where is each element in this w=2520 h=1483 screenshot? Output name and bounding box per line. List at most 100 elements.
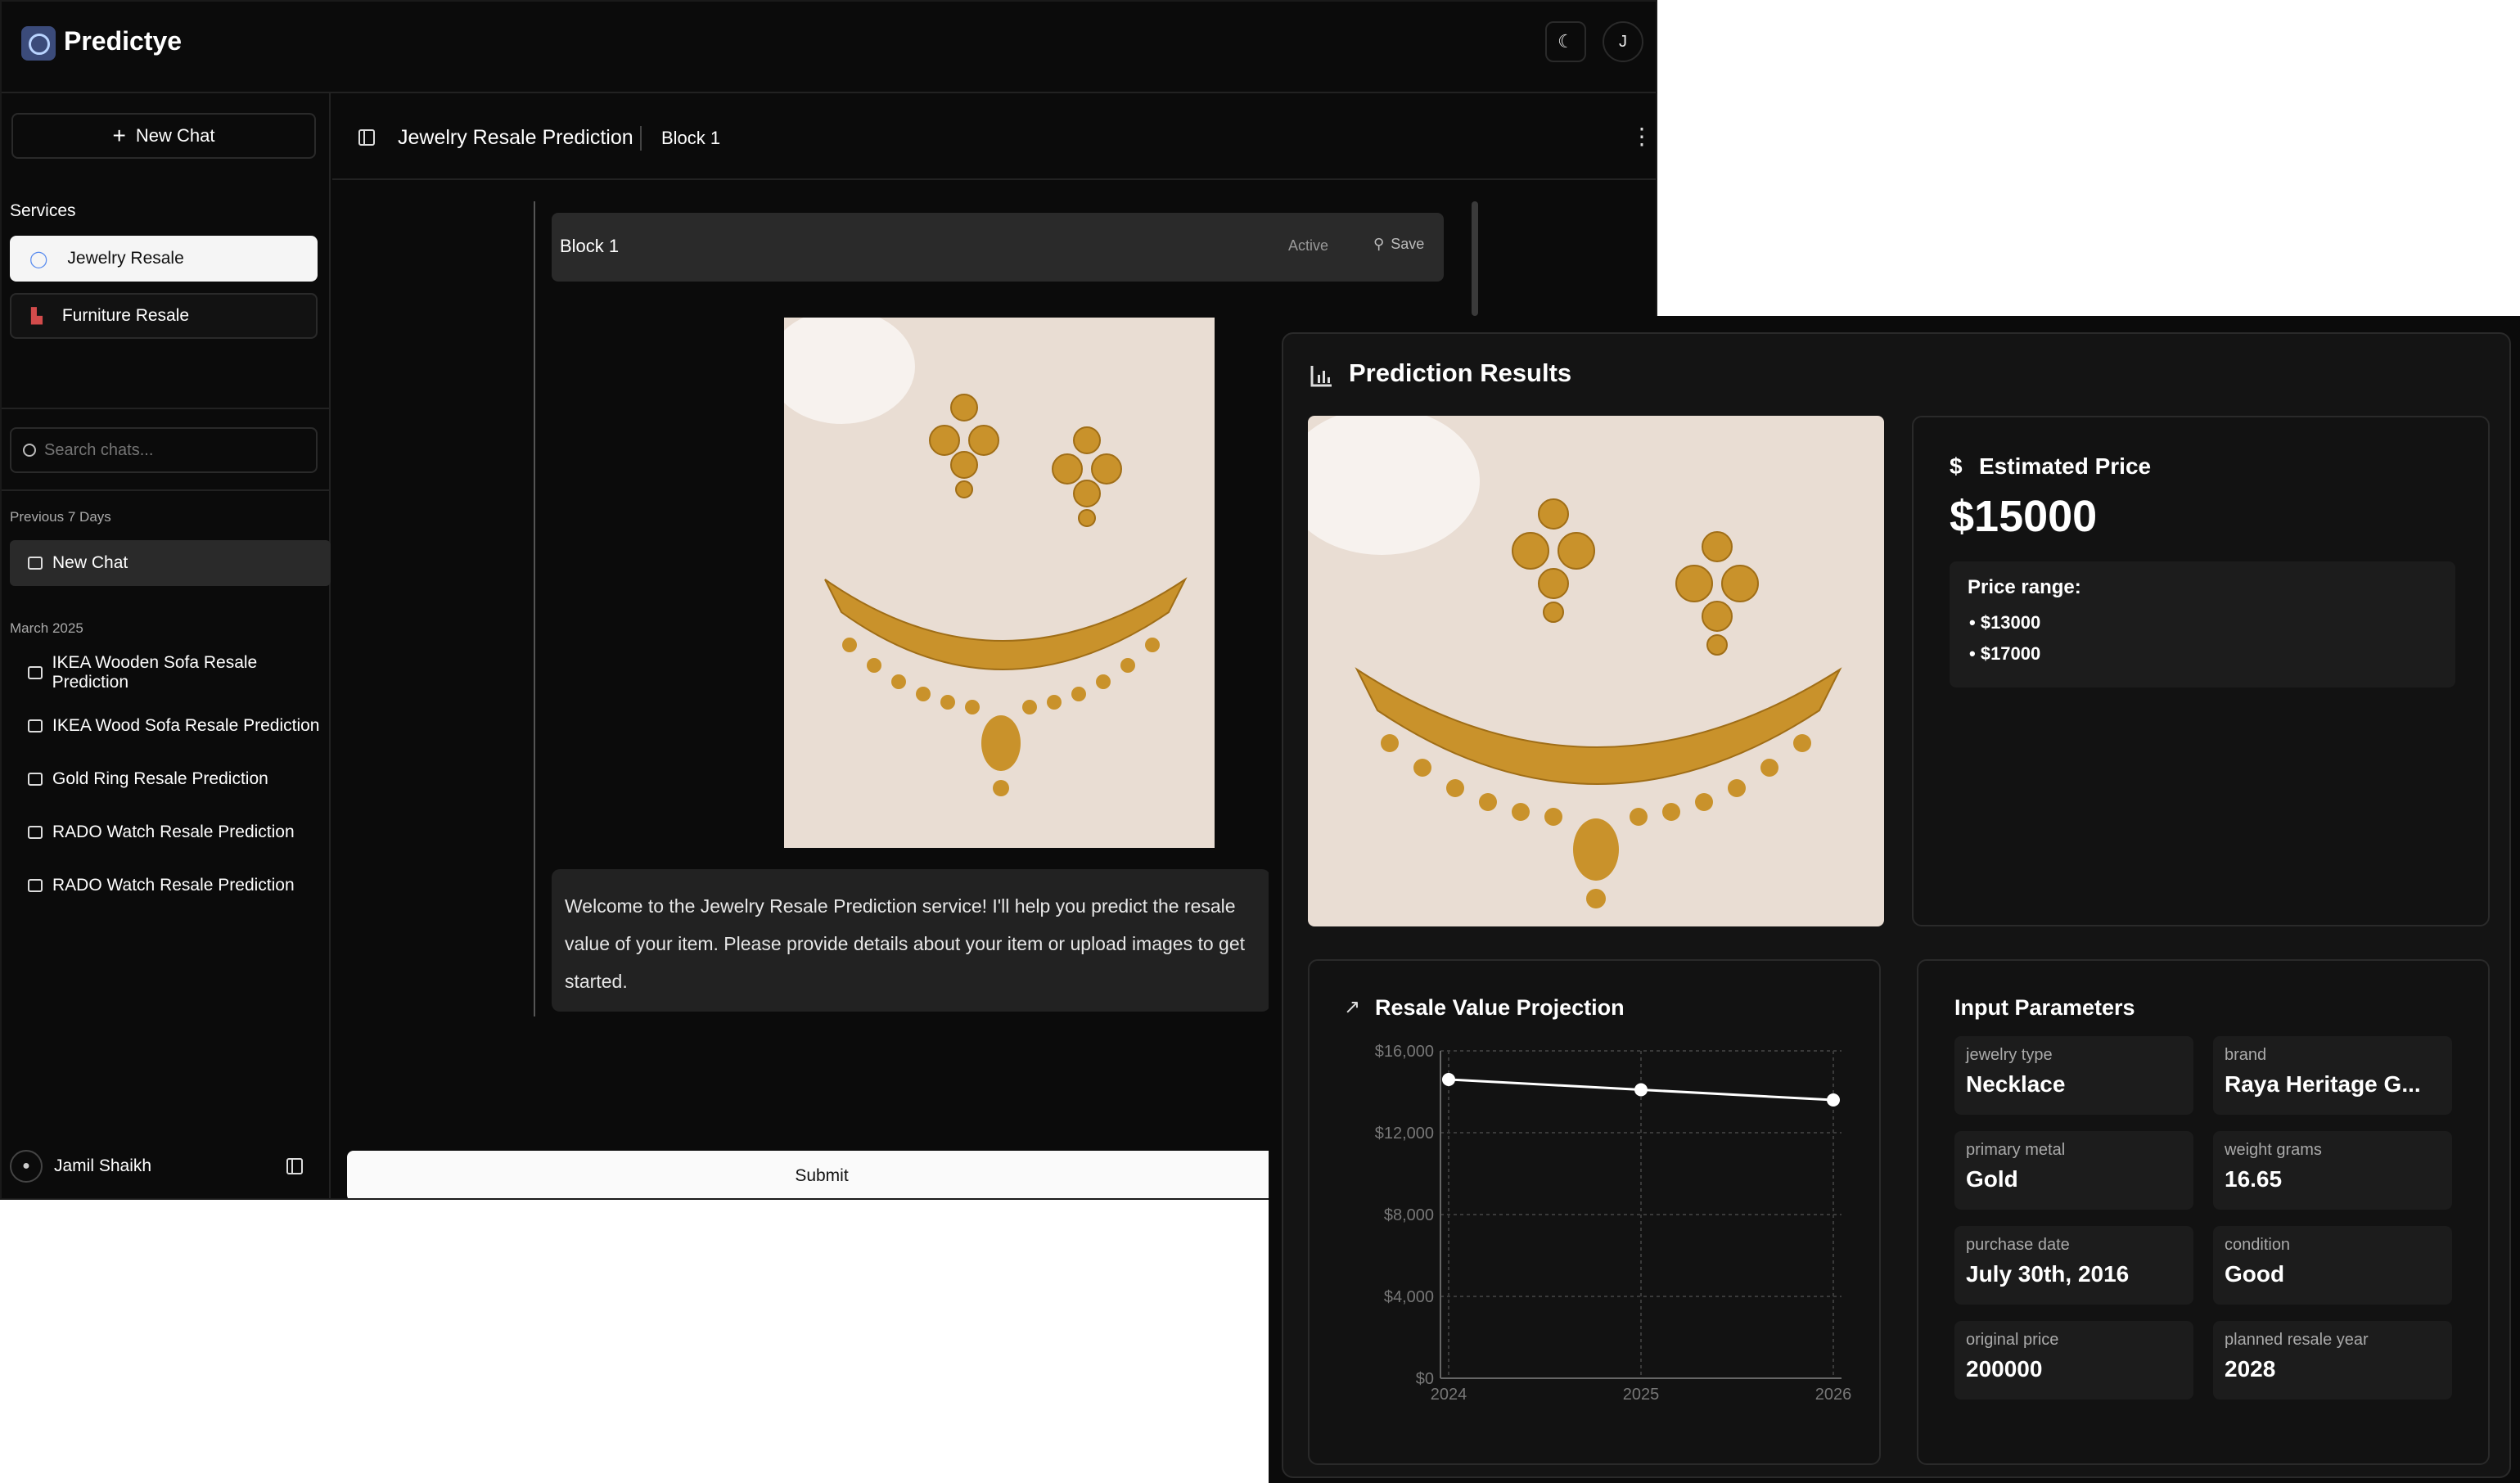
user-menu-button[interactable]: J (1603, 21, 1643, 62)
param-key: brand (2225, 1046, 2267, 1064)
param-key: primary metal (1966, 1141, 2066, 1159)
prediction-results-window: Prediction Results $ Estimated Price $15… (1269, 316, 2520, 1483)
sidebar-toggle-icon[interactable] (286, 1158, 303, 1174)
chat-label: Gold Ring Resale Prediction (52, 769, 268, 788)
price-range-high: • $17000 (1969, 643, 2041, 664)
search-input[interactable] (44, 440, 290, 460)
results-title: Prediction Results (1349, 358, 1572, 387)
param-key: purchase date (1966, 1236, 2070, 1254)
param-value: Necklace (1966, 1071, 2066, 1097)
param-key: weight grams (2225, 1141, 2322, 1159)
services-label: Services (10, 201, 76, 220)
save-label: Save (1391, 236, 1425, 252)
price-range-box: Price range: • $13000 • $17000 (1950, 561, 2455, 687)
plus-icon: + (112, 123, 126, 148)
estimated-price-card: $ Estimated Price $15000 Price range: • … (1912, 416, 2490, 926)
param-primary-metal: primary metal Gold (1954, 1131, 2193, 1210)
group-label: Previous 7 Days (10, 509, 111, 525)
input-parameters-title: Input Parameters (1954, 995, 2135, 1020)
estimated-price-value: $15000 (1950, 492, 2098, 541)
projection-chart: $0$4,000$8,000$12,000$16,0002024 2025 2026 (1375, 1043, 1852, 1404)
param-purchase-date: purchase date July 30th, 2016 (1954, 1226, 2193, 1305)
y-tick-label: $4,000 (1384, 1288, 1434, 1306)
x-tick-label: 2024 (1431, 1386, 1467, 1404)
message-icon (28, 557, 43, 570)
x-tick-label: 2025 (1623, 1386, 1660, 1404)
data-point (1634, 1083, 1648, 1097)
param-key: planned resale year (2225, 1331, 2369, 1349)
message-icon (28, 719, 43, 732)
bar-chart-icon (1310, 363, 1334, 388)
chat-label: New Chat (52, 553, 128, 572)
trending-up-icon: ↗ (1344, 996, 1361, 1018)
moon-icon: ☾ (1558, 31, 1574, 52)
resale-projection-card: ↗ Resale Value Projection $0 $4,000 $8,000… (1308, 959, 1881, 1465)
search-icon (23, 444, 36, 457)
param-key: condition (2225, 1236, 2291, 1254)
app-logo-icon (21, 26, 56, 61)
panel-toggle-icon[interactable] (358, 129, 375, 146)
param-value: Gold (1966, 1166, 2018, 1192)
message-icon (28, 666, 43, 679)
param-condition: condition Good (2213, 1226, 2452, 1305)
scrollbar[interactable] (1472, 201, 1478, 316)
new-chat-button[interactable]: + New Chat (11, 113, 316, 159)
input-parameters-card: Input Parameters jewelry type Necklace br… (1917, 959, 2490, 1465)
prediction-results-card: Prediction Results $ Estimated Price $15… (1282, 332, 2511, 1478)
submit-button[interactable]: Submit (347, 1151, 1296, 1198)
block-label: Block 1 (661, 128, 721, 148)
new-chat-label: New Chat (135, 125, 215, 146)
sidebar: + New Chat Services ◯ Jewelry Resale ▙ F… (2, 93, 331, 1198)
user-initial: J (1619, 32, 1627, 51)
service-jewelry-resale[interactable]: ◯ Jewelry Resale (10, 236, 318, 282)
ring-icon: ◯ (29, 250, 48, 268)
service-furniture-resale[interactable]: ▙ Furniture Resale (10, 293, 318, 339)
message-icon (28, 826, 43, 839)
result-jewelry-image (1308, 416, 1884, 926)
message-icon (28, 879, 43, 892)
top-bar: Predictye ☾ J (2, 2, 1656, 93)
data-point (1442, 1073, 1455, 1086)
param-key: jewelry type (1966, 1046, 2053, 1064)
y-tick-label: $8,000 (1384, 1206, 1434, 1224)
service-label: Jewelry Resale (67, 249, 184, 268)
param-value: 2028 (2225, 1356, 2276, 1382)
group-label: March 2025 (10, 620, 83, 636)
thread-line (534, 201, 535, 1016)
pin-icon: ⚲ (1373, 236, 1385, 252)
chat-label: RADO Watch Resale Prediction (52, 823, 295, 841)
y-tick-label: $16,000 (1375, 1043, 1434, 1061)
user-profile[interactable]: ● Jamil Shaikh (10, 1146, 314, 1187)
chat-item[interactable]: Gold Ring Resale Prediction (10, 756, 331, 802)
message-icon (28, 773, 43, 786)
app-name: Predictye (64, 26, 183, 56)
param-value: Raya Heritage G... (2225, 1071, 2421, 1097)
param-value: Good (2225, 1261, 2285, 1287)
more-options-icon[interactable]: ⋮ (1630, 123, 1653, 150)
user-avatar-icon: ● (10, 1150, 43, 1183)
divider (2, 408, 331, 409)
user-name: Jamil Shaikh (54, 1156, 152, 1175)
service-label: Furniture Resale (61, 306, 190, 325)
chat-label: IKEA Wooden Sofa Resale Prediction (52, 653, 258, 692)
chat-item[interactable]: IKEA Wooden Sofa Resale Prediction (10, 650, 331, 696)
chat-label: RADO Watch Resale Prediction (52, 876, 295, 895)
chat-title: Jewelry Resale Prediction (398, 126, 633, 149)
param-brand: brand Raya Heritage G... (2213, 1036, 2452, 1115)
chat-header: Jewelry Resale Prediction Block 1 ⋮ (332, 93, 1656, 180)
param-planned-resale-year: planned resale year 2028 (2213, 1321, 2452, 1400)
chat-item[interactable]: IKEA Wood Sofa Resale Prediction (10, 703, 331, 749)
theme-toggle-button[interactable]: ☾ (1545, 21, 1586, 62)
x-tick-label: 2026 (1815, 1386, 1852, 1404)
param-value: 200000 (1966, 1356, 2043, 1382)
save-button[interactable]: ⚲ Save (1373, 236, 1424, 253)
search-chats[interactable] (10, 427, 318, 473)
chat-item[interactable]: RADO Watch Resale Prediction (10, 863, 331, 908)
param-value: 16.65 (2225, 1166, 2283, 1192)
block-header: Block 1 Active ⚲ Save (552, 213, 1444, 282)
param-jewelry-type: jewelry type Necklace (1954, 1036, 2193, 1115)
chat-item[interactable]: New Chat (10, 540, 331, 586)
divider (640, 126, 642, 151)
chat-item[interactable]: RADO Watch Resale Prediction (10, 809, 331, 855)
uploaded-jewelry-image (784, 318, 1215, 848)
